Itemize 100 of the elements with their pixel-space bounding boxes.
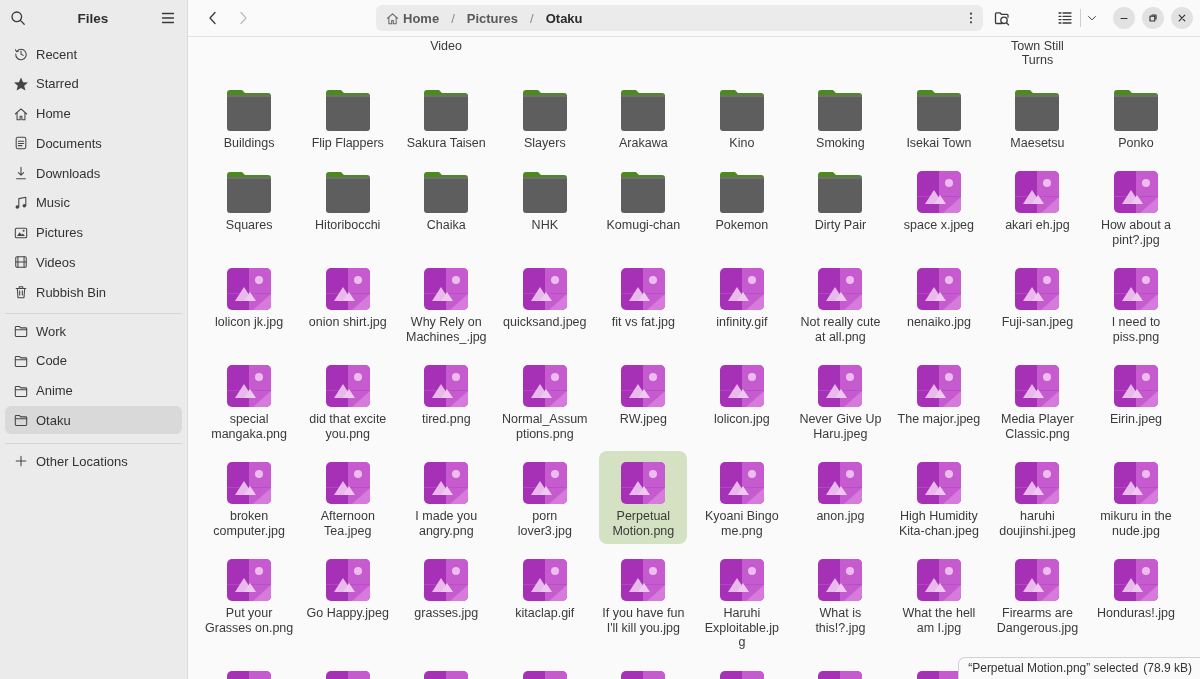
sidebar-item[interactable]: Home — [5, 99, 182, 128]
file-item[interactable]: akari eh.jpg — [993, 160, 1082, 253]
file-item[interactable]: Ponko — [1091, 77, 1180, 156]
sidebar-item[interactable]: Music — [5, 188, 182, 217]
sidebar-item[interactable]: Work — [5, 317, 182, 345]
file-item[interactable]: Maesetsu — [993, 77, 1082, 156]
file-item[interactable]: Why Rely on Machines_.jpg — [402, 257, 491, 350]
file-item[interactable]: Eirin.jpeg — [1091, 354, 1180, 447]
file-item[interactable]: Chaika — [402, 160, 491, 253]
file-item[interactable]: The major.jpeg — [894, 354, 983, 447]
file-item[interactable]: nenaiko.jpg — [894, 257, 983, 350]
file-item[interactable]: Pokemon — [697, 160, 786, 253]
path-segment[interactable]: Pictures — [466, 10, 519, 26]
file-item[interactable]: If you have fun I'll kill you.jpg — [599, 548, 688, 656]
file-item[interactable]: Dirty Pair — [796, 160, 885, 253]
file-item[interactable]: What is this!?.jpg — [796, 548, 885, 656]
file-item[interactable]: Smoking — [796, 77, 885, 156]
file-item[interactable]: Haruhi Exploitable.jp g — [697, 548, 786, 656]
folder-icon — [325, 171, 370, 213]
path-segment[interactable]: Otaku — [545, 10, 583, 26]
file-item[interactable]: How about a pint?.jpg — [1091, 160, 1180, 253]
folder-search-icon[interactable] — [994, 10, 1010, 26]
restore-icon — [1148, 13, 1158, 23]
search-icon[interactable] — [10, 10, 26, 26]
file-item[interactable]: NHK — [500, 160, 589, 253]
list-view-icon[interactable] — [1057, 10, 1073, 26]
file-item[interactable]: Hitoribocchi — [303, 160, 392, 253]
file-item[interactable]: Firearms are Dangerous.jpg — [993, 548, 1082, 656]
home-icon — [386, 11, 399, 25]
file-item[interactable]: space x.jpeg — [894, 160, 983, 253]
sidebar-item[interactable]: Starred — [5, 69, 182, 98]
file-item[interactable]: did that excite you.png — [303, 354, 392, 447]
image-file-icon — [719, 365, 764, 407]
file-item[interactable]: onion shirt.jpg — [303, 257, 392, 350]
image-file-icon — [818, 462, 863, 504]
path-segment[interactable]: Home — [386, 10, 440, 26]
path-bar[interactable]: Home / Pictures / Otaku — [376, 5, 983, 31]
vertical-ellipsis-icon[interactable] — [969, 12, 973, 24]
file-item[interactable]: kitaclap.gif — [500, 548, 589, 656]
sidebar-item[interactable]: Videos — [5, 248, 182, 277]
file-item[interactable]: Put your Grasses on.png — [205, 548, 294, 656]
file-item[interactable]: special mangaka.png — [205, 354, 294, 447]
file-item[interactable]: lolicon.jpg — [697, 354, 786, 447]
image-file-icon — [818, 268, 863, 310]
restore-button[interactable] — [1142, 7, 1164, 29]
sidebar-item[interactable]: Otaku — [5, 406, 182, 435]
file-item[interactable]: Kyoani Bingo me.png — [697, 451, 786, 544]
folder-icon — [227, 88, 272, 131]
file-item[interactable]: Media Player Classic.png — [993, 354, 1082, 447]
file-item[interactable]: Isekai Town — [894, 77, 983, 156]
close-button[interactable] — [1171, 7, 1193, 29]
picture-icon — [14, 225, 28, 240]
file-item[interactable]: infinity.gif — [697, 257, 786, 350]
sidebar-item[interactable]: Pictures — [5, 218, 182, 247]
file-item[interactable]: Town Still Turns — [1011, 38, 1064, 68]
file-item[interactable]: Normal_Assum ptions.png — [500, 354, 589, 447]
home-icon — [14, 106, 28, 121]
file-item[interactable]: broken computer.jpg — [205, 451, 294, 544]
file-item[interactable]: Squares — [205, 160, 294, 253]
file-item[interactable]: Never Give Up Haru.jpeg — [796, 354, 885, 447]
file-item[interactable]: Afternoon Tea.jpeg — [303, 451, 392, 544]
image-file-icon — [1114, 559, 1158, 601]
file-item[interactable]: Kino — [697, 77, 786, 156]
file-item[interactable]: Go Happy.jpeg — [303, 548, 392, 656]
file-item[interactable]: mikuru in the nude.jpg — [1091, 451, 1180, 544]
sidebar-item[interactable]: Other Locations — [5, 447, 182, 475]
file-item[interactable]: Sakura Taisen — [402, 77, 491, 156]
file-item[interactable]: anon.jpg — [796, 451, 885, 544]
file-item[interactable]: Flip Flappers — [303, 77, 392, 156]
file-item[interactable]: RW.jpeg — [599, 354, 688, 447]
file-item[interactable]: grasses.jpg — [402, 548, 491, 656]
file-item[interactable]: What the hell am I.jpg — [894, 548, 983, 656]
sidebar-item[interactable]: Downloads — [5, 159, 182, 187]
file-item[interactable]: porn lover3.jpg — [500, 451, 589, 544]
sidebar-item[interactable]: Recent — [5, 40, 182, 68]
file-item[interactable]: haruhi doujinshi.jpeg — [993, 451, 1082, 544]
file-item[interactable]: quicksand.jpeg — [500, 257, 589, 350]
file-item[interactable]: Honduras!.jpg — [1091, 548, 1180, 656]
file-item[interactable]: Komugi-chan — [599, 160, 688, 253]
folder-icon — [14, 413, 28, 428]
file-item[interactable]: fit vs fat.jpg — [599, 257, 688, 350]
file-item[interactable]: Fuji-san.jpeg — [993, 257, 1082, 350]
file-item[interactable]: Slayers — [500, 77, 589, 156]
sidebar-item[interactable]: Anime — [5, 376, 182, 405]
file-item[interactable]: Arakawa — [599, 77, 688, 156]
file-item[interactable]: I need to piss.png — [1091, 257, 1180, 350]
menu-icon[interactable] — [160, 10, 176, 26]
file-item[interactable]: I made you angry.png — [402, 451, 491, 544]
sidebar-item[interactable]: Documents — [5, 129, 182, 158]
file-item[interactable]: Buildings — [205, 77, 294, 156]
sidebar-item[interactable]: Rubbish Bin — [5, 278, 182, 306]
file-item[interactable]: Video — [430, 38, 462, 53]
file-item[interactable]: lolicon jk.jpg — [205, 257, 294, 350]
image-file-icon — [227, 365, 272, 407]
file-item[interactable]: tired.png — [402, 354, 491, 447]
file-item[interactable]: Not really cute at all.png — [796, 257, 885, 350]
sidebar-item[interactable]: Code — [5, 346, 182, 375]
file-item[interactable]: Perpetual Motion.png — [599, 451, 688, 544]
file-item[interactable]: High Humidity Kita-chan.jpeg — [894, 451, 983, 544]
image-file-icon — [424, 365, 469, 407]
